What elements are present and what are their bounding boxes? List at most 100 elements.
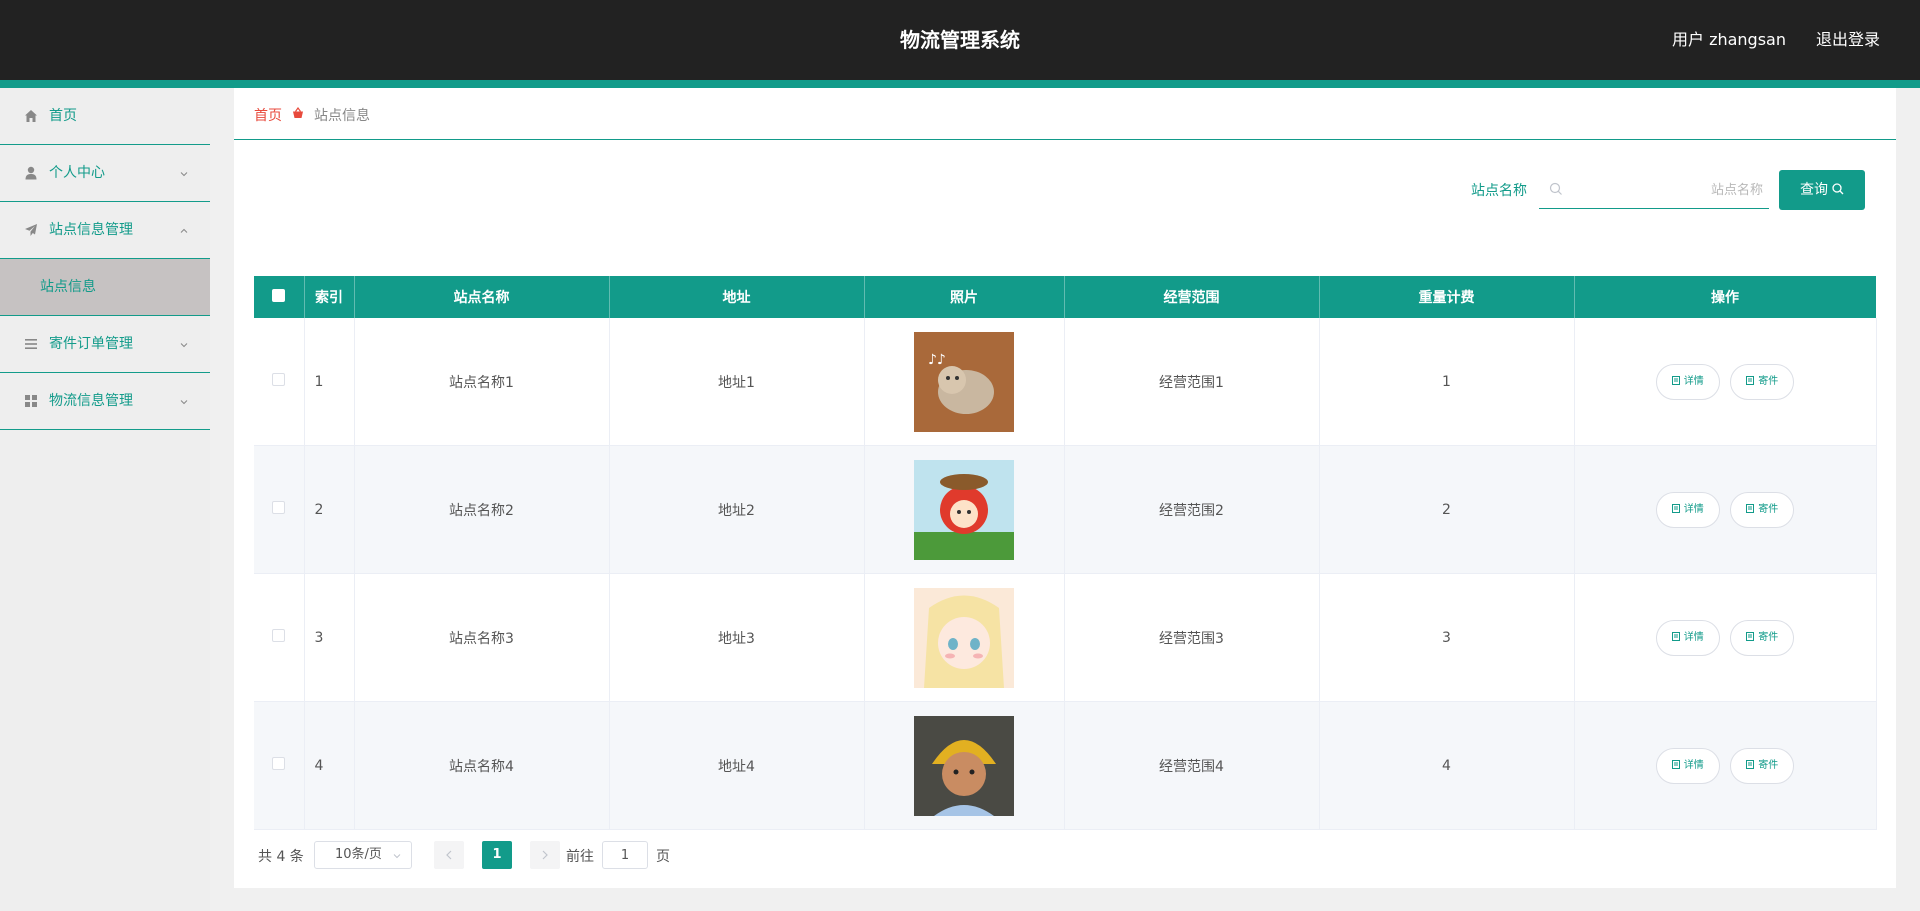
row-index: 4	[304, 701, 355, 830]
send-button-label: 寄件	[1758, 759, 1779, 771]
column-header: 地址	[609, 276, 865, 318]
address-cell: 地址1	[609, 318, 865, 446]
table-row: 3 站点名称3 地址3 经营范围3 3 详情 寄件	[254, 573, 1877, 702]
site-photo	[914, 587, 1014, 688]
home-icon	[25, 110, 37, 122]
user-icon	[25, 166, 37, 180]
search-field	[1539, 170, 1769, 209]
detail-button[interactable]: 详情	[1655, 619, 1720, 656]
sidebar-item-label: 站点信息管理	[49, 222, 133, 238]
address-cell: 地址2	[609, 445, 865, 574]
app-title: 物流管理系统	[900, 28, 1020, 52]
chevron-down-icon	[180, 172, 188, 177]
table-header-row: 索引 站点名称 地址 照片 经营范围 重量计费 操作	[254, 276, 1877, 318]
sidebar-item-label: 寄件订单管理	[49, 336, 133, 352]
current-user-label: 用户 zhangsan	[1671, 30, 1786, 49]
sidebar-item-label: 个人中心	[49, 165, 105, 181]
business-scope-cell: 经营范围2	[1064, 445, 1320, 574]
photo-cell	[864, 701, 1065, 830]
breadcrumb-home-link[interactable]: 首页	[254, 105, 282, 125]
table-row: 4 站点名称4 地址4 经营范围4 4 详情 寄件	[254, 701, 1877, 830]
row-checkbox[interactable]	[272, 373, 286, 386]
send-button[interactable]: 寄件	[1730, 619, 1795, 656]
site-name-cell: 站点名称4	[354, 701, 610, 830]
document-icon	[1671, 759, 1680, 769]
search-icon	[1549, 182, 1562, 195]
photo-cell: ♪♪	[864, 318, 1065, 446]
detail-button-label: 详情	[1683, 759, 1704, 771]
row-index: 3	[304, 573, 355, 702]
page-unit-label: 页	[656, 849, 670, 865]
detail-button[interactable]: 详情	[1655, 491, 1720, 528]
weight-fee-cell: 3	[1319, 573, 1575, 702]
sidebar-item-site-info-management[interactable]: 站点信息管理	[0, 202, 210, 259]
business-scope-cell: 经营范围4	[1064, 701, 1320, 830]
prev-page-button[interactable]	[434, 841, 464, 869]
send-button[interactable]: 寄件	[1730, 747, 1795, 784]
actions-cell: 详情 寄件	[1574, 318, 1877, 446]
column-header: 重量计费	[1319, 276, 1575, 318]
logout-link[interactable]: 退出登录	[1816, 0, 1880, 80]
detail-button[interactable]: 详情	[1655, 363, 1720, 400]
page-size-select[interactable]: 10条/页	[314, 841, 412, 869]
chevron-down-icon	[180, 343, 188, 348]
document-icon	[1671, 631, 1680, 641]
send-button-label: 寄件	[1758, 503, 1779, 515]
svg-text:♪♪: ♪♪	[928, 352, 946, 368]
top-header: 物流管理系统 用户 zhangsan 退出登录	[0, 0, 1920, 80]
document-icon	[1746, 503, 1755, 513]
address-cell: 地址3	[609, 573, 865, 702]
sidebar-item-logistics-management[interactable]: 物流信息管理	[0, 373, 210, 430]
column-header: 照片	[864, 276, 1065, 318]
address-cell: 地址4	[609, 701, 865, 830]
goto-page-input[interactable]	[602, 841, 648, 869]
site-info-table: 索引 站点名称 地址 照片 经营范围 重量计费 操作 1 站点名称1 地址1 ♪…	[254, 276, 1877, 830]
chevron-down-icon	[180, 400, 188, 405]
row-checkbox[interactable]	[272, 757, 286, 770]
sidebar-subitem-site-info[interactable]: 站点信息	[0, 259, 210, 316]
grid-icon	[25, 395, 37, 407]
weight-fee-cell: 4	[1319, 701, 1575, 830]
column-header: 索引	[304, 276, 355, 318]
actions-cell: 详情 寄件	[1574, 445, 1877, 574]
row-index: 2	[304, 445, 355, 574]
search-icon	[1832, 183, 1844, 195]
select-all-cell	[254, 276, 305, 318]
site-photo: ♪♪	[914, 331, 1014, 432]
chevron-right-icon	[542, 850, 548, 860]
site-photo	[914, 459, 1014, 560]
detail-button[interactable]: 详情	[1655, 747, 1720, 784]
weight-fee-cell: 1	[1319, 318, 1575, 446]
page-size-value: 10条/页	[335, 847, 382, 862]
next-page-button[interactable]	[530, 841, 560, 869]
photo-cell	[864, 573, 1065, 702]
detail-button-label: 详情	[1683, 503, 1704, 515]
row-checkbox[interactable]	[272, 629, 286, 642]
list-icon	[25, 339, 37, 349]
basket-icon	[293, 107, 303, 118]
page-number-button[interactable]: 1	[482, 841, 512, 869]
document-icon	[1746, 759, 1755, 769]
sidebar-item-personal-center[interactable]: 个人中心	[0, 145, 210, 202]
total-count: 共 4 条	[258, 849, 304, 865]
sidebar-item-label: 首页	[49, 108, 77, 124]
sidebar-item-home[interactable]: 首页	[0, 88, 210, 145]
sidebar-item-order-management[interactable]: 寄件订单管理	[0, 316, 210, 373]
actions-cell: 详情 寄件	[1574, 573, 1877, 702]
document-icon	[1746, 631, 1755, 641]
send-button[interactable]: 寄件	[1730, 491, 1795, 528]
query-button[interactable]: 查询	[1779, 170, 1865, 210]
photo-cell	[864, 445, 1065, 574]
send-button[interactable]: 寄件	[1730, 363, 1795, 400]
column-header: 站点名称	[354, 276, 610, 318]
chevron-down-icon	[393, 854, 401, 859]
row-checkbox[interactable]	[272, 501, 286, 514]
select-all-checkbox[interactable]	[272, 288, 286, 302]
business-scope-cell: 经营范围1	[1064, 318, 1320, 446]
business-scope-cell: 经营范围3	[1064, 573, 1320, 702]
send-button-label: 寄件	[1758, 375, 1779, 387]
sidebar: 首页 个人中心 站点信息管理 站点信息 寄件订单管理 物流信息管理	[0, 88, 210, 911]
search-input[interactable]	[1571, 176, 1765, 204]
weight-fee-cell: 2	[1319, 445, 1575, 574]
header-accent-bar	[0, 80, 1920, 88]
